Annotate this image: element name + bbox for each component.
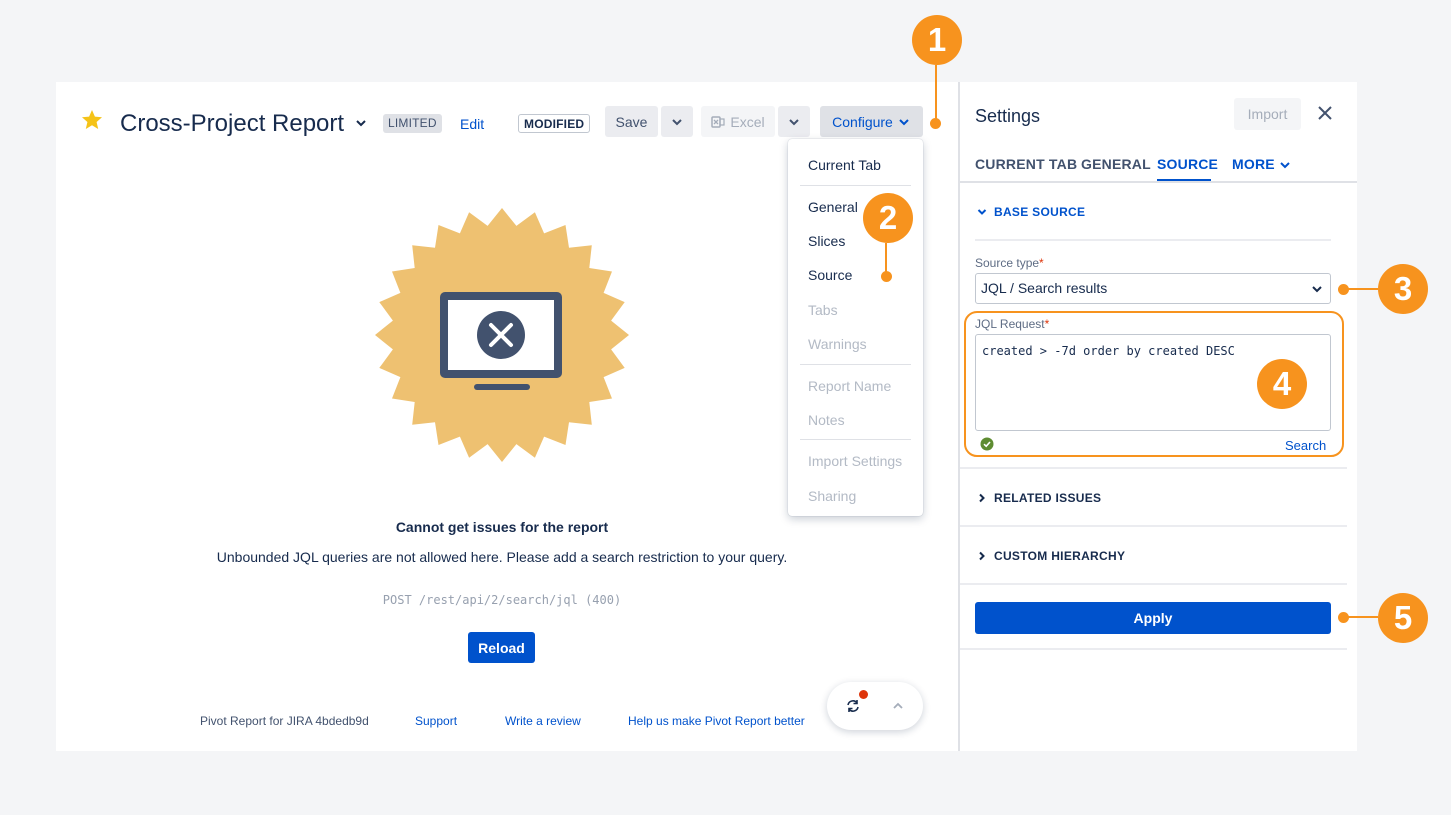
more-chevron-down-icon[interactable] bbox=[1278, 158, 1292, 172]
save-button[interactable]: Save bbox=[605, 106, 658, 137]
menu-separator bbox=[800, 364, 911, 365]
menu-item-notes: Notes bbox=[808, 412, 845, 428]
menu-item-report-name: Report Name bbox=[808, 378, 892, 394]
callout-1-leader bbox=[935, 65, 937, 123]
callout-2-leader bbox=[885, 243, 887, 273]
menu-item-slices[interactable]: Slices bbox=[808, 233, 845, 249]
callout-4: 4 bbox=[1257, 359, 1307, 409]
error-code: POST /rest/api/2/search/jql (400) bbox=[382, 593, 622, 607]
report-title[interactable]: Cross-Project Report bbox=[120, 110, 344, 138]
settings-title: Settings bbox=[975, 106, 1041, 126]
source-type-select[interactable]: JQL / Search results bbox=[975, 273, 1331, 304]
required-mark: * bbox=[1039, 256, 1044, 270]
close-icon[interactable] bbox=[1316, 104, 1334, 122]
support-link[interactable]: Support bbox=[415, 714, 457, 728]
base-source-label: BASE SOURCE bbox=[994, 205, 1086, 219]
menu-item-sharing: Sharing bbox=[808, 488, 857, 504]
callout-1: 1 bbox=[912, 15, 962, 65]
error-monitor-illustration bbox=[375, 208, 629, 462]
title-chevron-down-icon[interactable] bbox=[353, 115, 369, 131]
chevron-down-icon bbox=[672, 118, 682, 125]
base-source-section-toggle[interactable]: BASE SOURCE bbox=[977, 205, 1085, 219]
tabs-border bbox=[960, 181, 1357, 183]
source-type-value: JQL / Search results bbox=[981, 280, 1108, 296]
callout-2-dot bbox=[881, 271, 892, 282]
section-divider bbox=[960, 525, 1347, 527]
excel-label: Excel bbox=[730, 113, 765, 130]
apply-button[interactable]: Apply bbox=[975, 602, 1331, 634]
callout-3-leader bbox=[1344, 288, 1378, 290]
custom-hierarchy-label: CUSTOM HIERARCHY bbox=[994, 549, 1126, 563]
version-text: Pivot Report for JIRA 4bdedb9d bbox=[200, 714, 369, 728]
source-type-label-text: Source type bbox=[975, 256, 1040, 270]
limited-badge: LIMITED bbox=[383, 114, 442, 133]
excel-dropdown-button[interactable] bbox=[778, 106, 810, 137]
excel-icon bbox=[711, 115, 725, 128]
menu-separator bbox=[800, 185, 911, 186]
modified-badge: MODIFIED bbox=[518, 114, 591, 133]
report-main-area: Cross-Project Report LIMITED Edit MODIFI… bbox=[56, 82, 958, 751]
chevron-down-icon bbox=[977, 209, 987, 215]
configure-menu: Current Tab General Slices Source Tabs W… bbox=[788, 139, 923, 516]
chevron-down-icon bbox=[789, 118, 799, 125]
source-type-label: Source type* bbox=[975, 256, 1044, 270]
section-divider bbox=[960, 467, 1347, 469]
feedback-link[interactable]: Help us make Pivot Report better bbox=[628, 714, 805, 728]
menu-item-import-settings: Import Settings bbox=[808, 453, 903, 469]
edit-link[interactable]: Edit bbox=[460, 116, 484, 132]
callout-3: 3 bbox=[1378, 264, 1428, 314]
menu-item-tabs: Tabs bbox=[808, 302, 838, 318]
menu-item-general[interactable]: General bbox=[808, 199, 858, 215]
menu-item-source[interactable]: Source bbox=[808, 267, 852, 283]
callout-5-leader bbox=[1344, 616, 1378, 618]
save-dropdown-button[interactable] bbox=[661, 106, 693, 137]
notification-dot bbox=[859, 690, 868, 699]
custom-hierarchy-section-toggle[interactable]: CUSTOM HIERARCHY bbox=[977, 549, 1125, 563]
chevron-up-icon[interactable] bbox=[891, 699, 905, 713]
tab-source[interactable]: SOURCE bbox=[1157, 156, 1218, 172]
chevron-right-icon bbox=[979, 493, 985, 503]
write-review-link[interactable]: Write a review bbox=[505, 714, 581, 728]
tab-more[interactable]: MORE bbox=[1232, 156, 1275, 172]
chevron-down-icon bbox=[1312, 286, 1322, 293]
callout-2: 2 bbox=[863, 193, 913, 243]
configure-label: Configure bbox=[832, 113, 893, 130]
menu-item-current-tab[interactable]: Current Tab bbox=[808, 157, 881, 173]
callout-5: 5 bbox=[1378, 593, 1428, 643]
error-message: Unbounded JQL queries are not allowed he… bbox=[216, 549, 788, 565]
menu-separator bbox=[800, 439, 911, 440]
menu-item-warnings: Warnings bbox=[808, 336, 867, 352]
chevron-right-icon bbox=[979, 551, 985, 561]
related-issues-section-toggle[interactable]: RELATED ISSUES bbox=[977, 491, 1101, 505]
configure-button[interactable]: Configure bbox=[820, 106, 923, 137]
section-divider bbox=[960, 648, 1347, 650]
related-issues-label: RELATED ISSUES bbox=[994, 491, 1102, 505]
reload-button[interactable]: Reload bbox=[468, 632, 535, 663]
error-title: Cannot get issues for the report bbox=[395, 519, 609, 535]
tab-general[interactable]: GENERAL bbox=[1081, 156, 1151, 172]
tab-current-tab[interactable]: CURRENT TAB bbox=[975, 156, 1077, 172]
floating-sync-widget[interactable] bbox=[827, 682, 923, 730]
section-divider bbox=[960, 583, 1347, 585]
callout-1-dot bbox=[930, 118, 941, 129]
excel-export-button: Excel bbox=[701, 106, 775, 137]
section-divider bbox=[975, 239, 1331, 241]
import-button: Import bbox=[1234, 98, 1301, 130]
favorite-star-icon[interactable] bbox=[80, 108, 104, 132]
sync-icon[interactable] bbox=[845, 698, 861, 714]
chevron-down-icon bbox=[899, 118, 909, 125]
